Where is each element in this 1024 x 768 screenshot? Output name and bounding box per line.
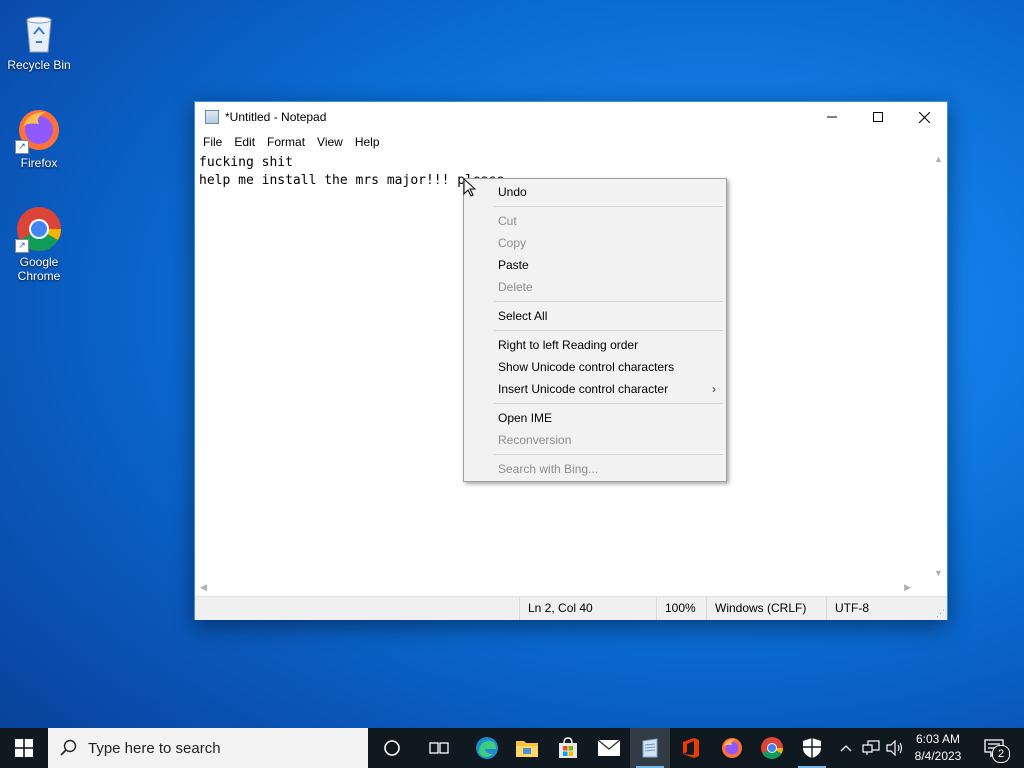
shortcut-arrow-icon: ↗ — [15, 140, 29, 154]
network-tray-button[interactable] — [860, 728, 882, 768]
horizontal-scrollbar[interactable]: ◀ ▶ — [195, 580, 931, 596]
menu-separator — [494, 301, 723, 302]
status-line-ending: Windows (CRLF) — [706, 597, 825, 620]
menu-item-search-bing: Search with Bing... — [498, 462, 599, 476]
chrome-icon — [761, 737, 783, 759]
edge-icon — [476, 737, 498, 759]
menu-file[interactable]: File — [197, 132, 228, 152]
office-icon — [683, 738, 699, 758]
firefox-icon — [722, 738, 742, 758]
status-position: Ln 2, Col 40 — [519, 597, 658, 620]
taskbar-clock[interactable]: 6:03 AM 8/4/2023 — [908, 731, 968, 765]
maximize-button[interactable] — [855, 102, 901, 132]
notepad-app-icon — [205, 110, 219, 124]
mouse-cursor-icon — [463, 178, 477, 197]
menu-item-select-all[interactable]: Select All — [498, 305, 547, 327]
menu-view[interactable]: View — [311, 132, 349, 152]
notepad-icon — [642, 738, 658, 758]
menu-item-open-ime[interactable]: Open IME — [498, 407, 552, 429]
menu-item-paste[interactable]: Paste — [498, 254, 529, 276]
status-encoding: UTF-8 — [826, 597, 935, 620]
recycle-bin-icon — [15, 8, 63, 56]
search-icon — [60, 739, 77, 756]
scroll-up-icon[interactable]: ▲ — [934, 154, 943, 164]
taskbar-notepad[interactable] — [630, 728, 670, 768]
clock-date: 8/4/2023 — [914, 749, 962, 763]
taskbar-office[interactable] — [671, 728, 711, 768]
mail-icon — [597, 739, 621, 756]
close-icon — [918, 111, 930, 123]
file-explorer-icon — [516, 741, 538, 757]
task-view-icon — [429, 742, 449, 754]
taskbar-file-explorer[interactable] — [507, 728, 547, 768]
desktop-icon-recycle-bin[interactable]: Recycle Bin — [4, 8, 74, 72]
taskbar-edge[interactable] — [467, 728, 507, 768]
menu-edit[interactable]: Edit — [228, 132, 261, 152]
minimize-icon — [827, 116, 837, 118]
windows-logo-icon — [15, 739, 33, 757]
taskbar-firefox[interactable] — [712, 728, 752, 768]
menu-format[interactable]: Format — [261, 132, 311, 152]
cortana-button[interactable] — [372, 728, 412, 768]
task-view-button[interactable] — [419, 728, 459, 768]
volume-tray-button[interactable] — [884, 728, 906, 768]
desktop-icon-label: Firefox — [20, 156, 58, 170]
menu-separator — [494, 330, 723, 331]
status-bar: Ln 2, Col 40 100% Windows (CRLF) UTF-8 ⋰ — [195, 596, 947, 620]
menu-separator — [494, 403, 723, 404]
submenu-arrow-icon: › — [712, 382, 716, 396]
title-bar[interactable]: *Untitled - Notepad — [195, 102, 947, 132]
desktop-icon-firefox[interactable]: ↗ Firefox — [4, 106, 74, 170]
taskbar-mail[interactable] — [589, 728, 629, 768]
show-hidden-icons-button[interactable] — [836, 728, 856, 768]
menu-item-reconversion: Reconversion — [498, 433, 572, 447]
maximize-icon — [873, 112, 883, 122]
vertical-scrollbar[interactable]: ▲ ▼ — [931, 152, 947, 580]
taskbar-search-box[interactable]: Type here to search — [48, 728, 368, 768]
volume-icon — [886, 740, 903, 756]
status-zoom: 100% — [656, 597, 707, 620]
resize-grip-icon[interactable]: ⋰ — [936, 608, 945, 619]
taskbar-store[interactable] — [548, 728, 588, 768]
chrome-icon: ↗ — [15, 205, 63, 253]
cortana-icon — [384, 740, 400, 756]
menu-item-rtl-reading-order[interactable]: Right to left Reading order — [498, 334, 638, 356]
menu-separator — [494, 454, 723, 455]
taskbar-windows-security[interactable] — [792, 728, 832, 768]
network-icon — [862, 740, 880, 755]
menu-item-undo[interactable]: Undo — [498, 181, 527, 203]
window-title: *Untitled - Notepad — [225, 110, 327, 124]
menu-item-cut: Cut — [498, 214, 517, 228]
menu-item-show-unicode[interactable]: Show Unicode control characters — [498, 356, 674, 378]
start-button[interactable] — [0, 728, 48, 768]
desktop-icon-google-chrome[interactable]: ↗ Google Chrome — [4, 205, 74, 283]
action-center-button[interactable]: 2 — [978, 728, 1010, 768]
menu-bar: File Edit Format View Help — [195, 132, 947, 152]
notification-count-badge: 2 — [992, 745, 1010, 763]
scroll-left-icon[interactable]: ◀ — [200, 582, 207, 593]
shortcut-arrow-icon: ↗ — [15, 239, 29, 253]
clock-time: 6:03 AM — [915, 732, 961, 746]
menu-item-insert-unicode[interactable]: Insert Unicode control character — [498, 378, 668, 400]
menu-item-delete: Delete — [498, 280, 533, 294]
search-placeholder: Type here to search — [88, 739, 221, 757]
scroll-right-icon[interactable]: ▶ — [904, 582, 911, 593]
taskbar: Type here to search 6:03 AM 8/4/2023 2 — [0, 728, 1024, 768]
security-icon — [803, 738, 821, 758]
context-menu: Undo Cut Copy Paste Delete Select All Ri… — [463, 178, 727, 482]
desktop-icon-label: Google Chrome — [17, 255, 61, 283]
store-icon — [559, 737, 577, 758]
menu-help[interactable]: Help — [349, 132, 386, 152]
taskbar-chrome[interactable] — [752, 728, 792, 768]
menu-item-copy: Copy — [498, 236, 527, 250]
menu-separator — [494, 206, 723, 207]
close-button[interactable] — [901, 102, 947, 132]
scroll-down-icon[interactable]: ▼ — [934, 568, 943, 578]
firefox-icon: ↗ — [15, 106, 63, 154]
chevron-up-icon — [840, 745, 852, 752]
minimize-button[interactable] — [809, 102, 855, 132]
desktop-icon-label: Recycle Bin — [7, 58, 71, 72]
